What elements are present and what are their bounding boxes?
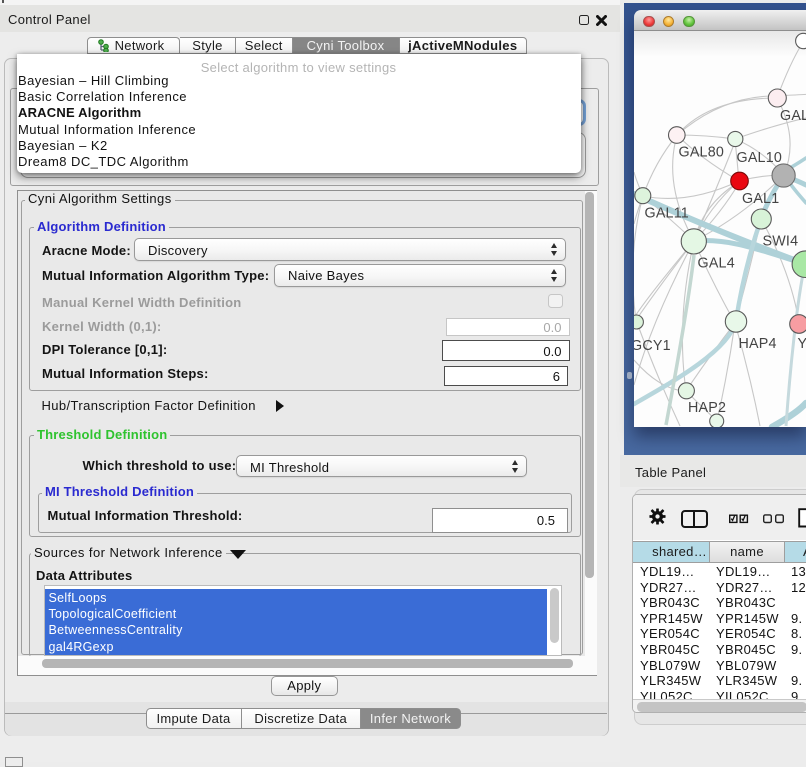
svg-text:GAL: GAL xyxy=(780,108,806,124)
svg-text:Y: Y xyxy=(798,336,806,352)
svg-text:GAL80: GAL80 xyxy=(679,145,725,161)
svg-text:GAL4: GAL4 xyxy=(698,256,735,272)
svg-text:GAL11: GAL11 xyxy=(645,206,689,222)
svg-text:SWI4: SWI4 xyxy=(763,234,799,250)
svg-text:HAP2: HAP2 xyxy=(688,400,726,416)
svg-text:GAL10: GAL10 xyxy=(737,150,783,166)
svg-text:GCY1: GCY1 xyxy=(634,338,671,354)
svg-text:GAL1: GAL1 xyxy=(742,191,779,207)
svg-text:HAP4: HAP4 xyxy=(739,336,777,352)
